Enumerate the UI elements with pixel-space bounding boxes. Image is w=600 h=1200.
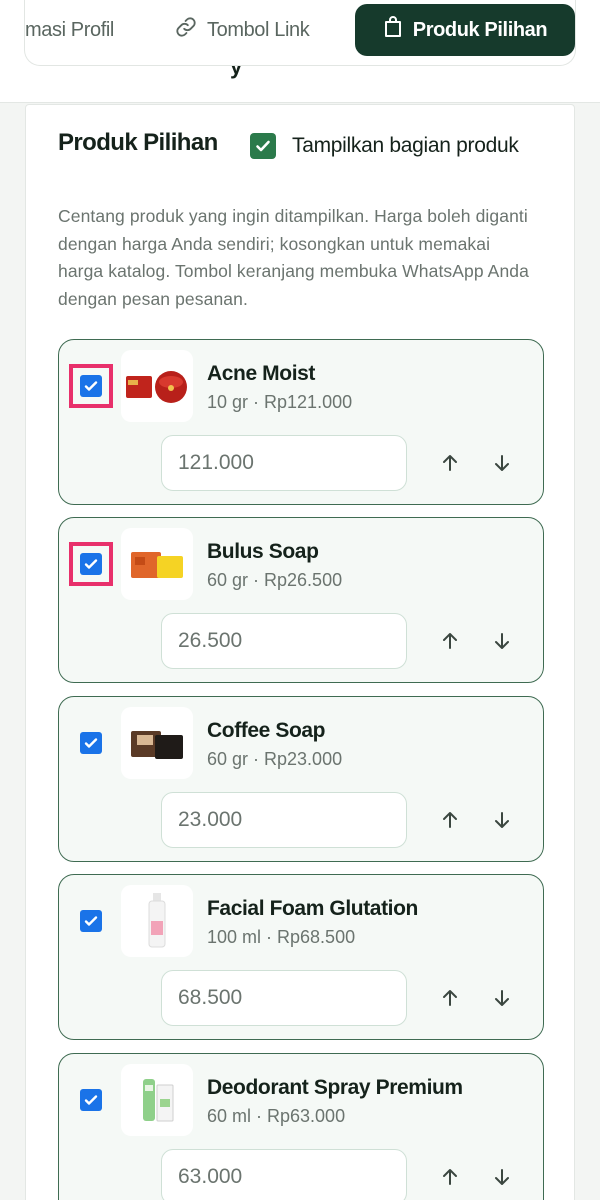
product-item: Deodorant Spray Premium 60 ml · Rp63.000 bbox=[58, 1053, 544, 1200]
product-item: Coffee Soap 60 gr · Rp23.000 bbox=[58, 696, 544, 862]
tab-strip: masi Profil Tombol Link Produk Pilihan bbox=[24, 0, 576, 66]
arrow-down-icon bbox=[495, 1169, 509, 1185]
arrow-up-icon bbox=[443, 812, 457, 828]
move-up-button[interactable] bbox=[435, 983, 465, 1013]
product-name: Deodorant Spray Premium bbox=[207, 1076, 463, 1099]
product-item: Acne Moist 10 gr · Rp121.000 bbox=[58, 339, 544, 505]
arrow-up-icon bbox=[443, 1169, 457, 1185]
coffee-soap-bar-icon bbox=[131, 731, 183, 759]
arrow-up-icon bbox=[443, 455, 457, 471]
arrow-down-icon bbox=[495, 455, 509, 471]
product-meta: 60 gr · Rp23.000 bbox=[207, 749, 343, 769]
facial-foam-bottle-icon bbox=[148, 893, 166, 948]
featured-products-card: Produk Pilihan Tampilkan bagian produk C… bbox=[25, 104, 575, 1200]
show-products-toggle[interactable]: Tampilkan bagian produk bbox=[250, 133, 519, 159]
move-down-button[interactable] bbox=[487, 1162, 517, 1192]
product-checkbox-wrap bbox=[69, 721, 113, 765]
section-title: Produk Pilihan bbox=[58, 129, 218, 156]
product-thumbnail bbox=[121, 707, 193, 779]
product-thumbnail bbox=[121, 885, 193, 957]
product-meta: 10 gr · Rp121.000 bbox=[207, 392, 353, 412]
move-down-button[interactable] bbox=[487, 805, 517, 835]
arrow-up-icon bbox=[443, 633, 457, 649]
tab-link-buttons[interactable]: Tombol Link bbox=[175, 4, 310, 56]
tab-featured-products-label: Produk Pilihan bbox=[412, 18, 548, 41]
show-products-checkbox[interactable] bbox=[250, 133, 276, 159]
product-checkbox-wrap bbox=[69, 1078, 113, 1122]
arrow-down-icon bbox=[495, 990, 509, 1006]
product-thumbnail bbox=[121, 350, 193, 422]
check-icon bbox=[84, 1095, 98, 1105]
acne-moist-jar-icon bbox=[126, 371, 187, 403]
arrow-up-icon bbox=[443, 990, 457, 1006]
product-name: Facial Foam Glutation bbox=[207, 897, 418, 920]
check-icon bbox=[84, 559, 98, 569]
check-icon bbox=[84, 916, 98, 926]
product-checkbox-highlight bbox=[69, 364, 113, 408]
top-tab-bar: y masi Profil Tombol Link Produk Pilihan bbox=[0, 0, 600, 103]
check-icon bbox=[84, 381, 98, 391]
section-description: Centang produk yang ingin ditampilkan. H… bbox=[58, 206, 529, 309]
link-icon bbox=[175, 16, 197, 44]
tab-profile-label: masi Profil bbox=[25, 18, 114, 41]
price-input[interactable] bbox=[161, 435, 407, 491]
product-meta: 60 ml · Rp63.000 bbox=[207, 1106, 346, 1126]
product-checkbox[interactable] bbox=[80, 732, 102, 754]
move-down-button[interactable] bbox=[487, 626, 517, 656]
move-down-button[interactable] bbox=[487, 448, 517, 478]
product-name: Acne Moist bbox=[207, 362, 316, 385]
product-name: Bulus Soap bbox=[207, 540, 319, 563]
product-item: Bulus Soap 60 gr · Rp26.500 bbox=[58, 517, 544, 683]
deodorant-spray-bottle-icon bbox=[143, 1079, 174, 1122]
price-input[interactable] bbox=[161, 970, 407, 1026]
tab-featured-products[interactable]: Produk Pilihan bbox=[355, 4, 575, 56]
move-down-button[interactable] bbox=[487, 983, 517, 1013]
price-input[interactable] bbox=[161, 1149, 407, 1200]
product-meta: 100 ml · Rp68.500 bbox=[207, 927, 356, 947]
price-input[interactable] bbox=[161, 792, 407, 848]
product-name: Coffee Soap bbox=[207, 719, 326, 742]
product-checkbox-wrap bbox=[69, 899, 113, 943]
product-checkbox-highlight bbox=[69, 542, 113, 586]
product-checkbox[interactable] bbox=[80, 553, 102, 575]
tab-link-buttons-label: Tombol Link bbox=[207, 18, 310, 41]
bag-icon bbox=[383, 16, 403, 44]
product-checkbox[interactable] bbox=[80, 1089, 102, 1111]
show-products-label: Tampilkan bagian produk bbox=[292, 134, 519, 157]
product-meta: 60 gr · Rp26.500 bbox=[207, 570, 343, 590]
product-checkbox[interactable] bbox=[80, 910, 102, 932]
arrow-down-icon bbox=[495, 633, 509, 649]
move-up-button[interactable] bbox=[435, 448, 465, 478]
product-item: Facial Foam Glutation 100 ml · Rp68.500 bbox=[58, 874, 544, 1040]
product-checkbox[interactable] bbox=[80, 375, 102, 397]
check-icon bbox=[256, 140, 270, 152]
move-up-button[interactable] bbox=[435, 626, 465, 656]
check-icon bbox=[84, 738, 98, 748]
tab-profile[interactable]: masi Profil bbox=[25, 4, 114, 56]
move-up-button[interactable] bbox=[435, 805, 465, 835]
price-input[interactable] bbox=[161, 613, 407, 669]
product-thumbnail bbox=[121, 1064, 193, 1136]
move-up-button[interactable] bbox=[435, 1162, 465, 1192]
bulus-soap-bar-icon bbox=[131, 552, 183, 578]
product-thumbnail bbox=[121, 528, 193, 600]
arrow-down-icon bbox=[495, 812, 509, 828]
